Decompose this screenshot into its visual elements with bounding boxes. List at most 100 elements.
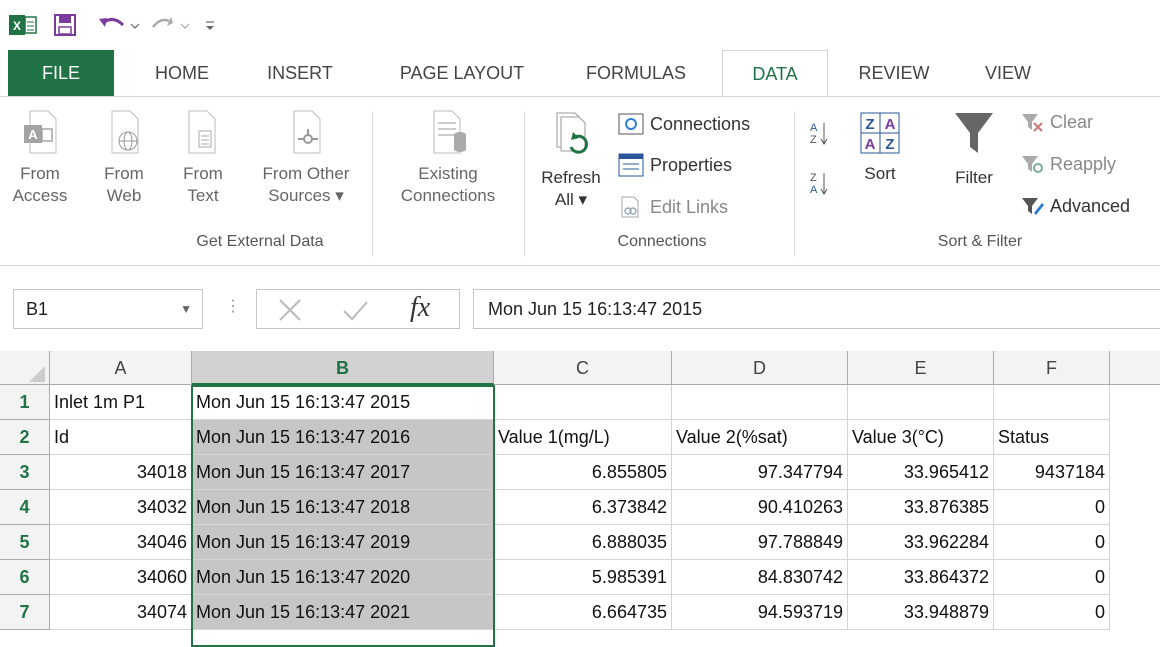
column-header-e[interactable]: E xyxy=(848,351,994,385)
tab-page-layout[interactable]: PAGE LAYOUT xyxy=(384,50,540,96)
from-web-button[interactable]: From Web xyxy=(98,107,150,207)
row-header[interactable]: 7 xyxy=(0,595,50,630)
cell-f7[interactable]: 0 xyxy=(994,595,1110,630)
connections-button[interactable]: Connections xyxy=(618,113,750,135)
cell-c1[interactable] xyxy=(494,385,672,420)
cell-e6[interactable]: 33.864372 xyxy=(848,560,994,595)
clear-filter-button[interactable]: Clear xyxy=(1020,111,1093,133)
advanced-filter-button[interactable]: Advanced xyxy=(1020,195,1130,217)
cell-c2[interactable]: Value 1(mg/L) xyxy=(494,420,672,455)
select-all-icon xyxy=(29,366,45,382)
cell-c7[interactable]: 6.664735 xyxy=(494,595,672,630)
redo-icon[interactable] xyxy=(148,10,194,40)
cell-c4[interactable]: 6.373842 xyxy=(494,490,672,525)
row-header[interactable]: 1 xyxy=(0,385,50,420)
cell-f2[interactable]: Status xyxy=(994,420,1110,455)
customize-toolbar-icon[interactable] xyxy=(202,10,218,40)
cell-f3[interactable]: 9437184 xyxy=(994,455,1110,490)
cell-a5[interactable]: 34046 xyxy=(50,525,192,560)
row-header[interactable]: 4 xyxy=(0,490,50,525)
tab-review[interactable]: REVIEW xyxy=(840,50,948,96)
cell-e4[interactable]: 33.876385 xyxy=(848,490,994,525)
from-access-label-1: From xyxy=(20,164,60,183)
text-file-icon xyxy=(188,110,216,154)
row-header[interactable]: 5 xyxy=(0,525,50,560)
name-box[interactable]: B1 ▼ xyxy=(13,289,203,329)
cell-c3[interactable]: 6.855805 xyxy=(494,455,672,490)
cancel-entry-icon[interactable] xyxy=(277,297,303,323)
formula-input[interactable]: Mon Jun 15 16:13:47 2015 xyxy=(473,289,1160,329)
refresh-all-button[interactable]: Refresh All ▾ xyxy=(532,107,610,211)
cell-d2[interactable]: Value 2(%sat) xyxy=(672,420,848,455)
undo-icon[interactable] xyxy=(96,10,142,40)
cell-a3[interactable]: 34018 xyxy=(50,455,192,490)
from-text-button[interactable]: From Text xyxy=(178,107,228,207)
from-access-button[interactable]: A From Access xyxy=(10,107,70,207)
column-header-a[interactable]: A xyxy=(50,351,192,385)
cell-b4[interactable]: Mon Jun 15 16:13:47 2018 xyxy=(192,490,494,525)
sort-z-to-a-button[interactable]: Z A xyxy=(808,169,830,197)
cell-e7[interactable]: 33.948879 xyxy=(848,595,994,630)
existing-connections-button[interactable]: Existing Connections xyxy=(382,107,514,207)
column-header-f[interactable]: F xyxy=(994,351,1110,385)
tab-insert[interactable]: INSERT xyxy=(252,50,348,96)
cell-a7[interactable]: 34074 xyxy=(50,595,192,630)
tab-file[interactable]: FILE xyxy=(8,50,114,96)
row-header[interactable]: 2 xyxy=(0,420,50,455)
confirm-entry-icon[interactable] xyxy=(341,297,369,323)
cell-d6[interactable]: 84.830742 xyxy=(672,560,848,595)
cell-f6[interactable]: 0 xyxy=(994,560,1110,595)
from-access-label-2: Access xyxy=(12,186,68,205)
from-other-sources-button[interactable]: From Other Sources ▾ xyxy=(246,107,366,207)
save-icon[interactable] xyxy=(52,10,78,40)
name-box-dropdown-icon[interactable]: ▼ xyxy=(180,290,192,328)
cell-a1[interactable]: Inlet 1m P1 xyxy=(50,385,192,420)
tab-home[interactable]: HOME xyxy=(134,50,230,96)
cell-b2[interactable]: Mon Jun 15 16:13:47 2016 xyxy=(192,420,494,455)
cell-d3[interactable]: 97.347794 xyxy=(672,455,848,490)
ribbon-tabs: FILE HOME INSERT PAGE LAYOUT FORMULAS DA… xyxy=(0,50,1160,97)
cell-b7[interactable]: Mon Jun 15 16:13:47 2021 xyxy=(192,595,494,630)
edit-links-label: Edit Links xyxy=(650,196,729,217)
cell-d5[interactable]: 97.788849 xyxy=(672,525,848,560)
sort-button[interactable]: Z A A Z Sort xyxy=(848,109,912,185)
select-all-corner[interactable] xyxy=(0,351,50,385)
cell-a4[interactable]: 34032 xyxy=(50,490,192,525)
sort-a-to-z-button[interactable]: A Z xyxy=(808,119,830,147)
cell-e3[interactable]: 33.965412 xyxy=(848,455,994,490)
tab-data[interactable]: DATA xyxy=(722,50,828,97)
cell-e2[interactable]: Value 3(°C) xyxy=(848,420,994,455)
reapply-button[interactable]: Reapply xyxy=(1020,153,1116,175)
column-header-c[interactable]: C xyxy=(494,351,672,385)
column-header-d[interactable]: D xyxy=(672,351,848,385)
cell-c6[interactable]: 5.985391 xyxy=(494,560,672,595)
cell-b3[interactable]: Mon Jun 15 16:13:47 2017 xyxy=(192,455,494,490)
from-text-label-1: From xyxy=(183,164,223,183)
tab-view[interactable]: VIEW xyxy=(968,50,1048,96)
cell-c5[interactable]: 6.888035 xyxy=(494,525,672,560)
cell-d7[interactable]: 94.593719 xyxy=(672,595,848,630)
edit-links-button[interactable]: Edit Links xyxy=(618,195,728,219)
tab-formulas[interactable]: FORMULAS xyxy=(566,50,706,96)
cell-b5[interactable]: Mon Jun 15 16:13:47 2019 xyxy=(192,525,494,560)
properties-button[interactable]: Properties xyxy=(618,153,732,177)
cell-d1[interactable] xyxy=(672,385,848,420)
cell-f4[interactable]: 0 xyxy=(994,490,1110,525)
row-header[interactable]: 3 xyxy=(0,455,50,490)
svg-text:A: A xyxy=(28,127,38,142)
cell-b6[interactable]: Mon Jun 15 16:13:47 2020 xyxy=(192,560,494,595)
column-header-g[interactable] xyxy=(1110,351,1160,385)
filter-button[interactable]: Filter xyxy=(940,107,1008,189)
cell-e5[interactable]: 33.962284 xyxy=(848,525,994,560)
column-header-b[interactable]: B xyxy=(192,351,494,385)
cell-a6[interactable]: 34060 xyxy=(50,560,192,595)
cell-a2[interactable]: Id xyxy=(50,420,192,455)
cell-f5[interactable]: 0 xyxy=(994,525,1110,560)
cell-f1[interactable] xyxy=(994,385,1110,420)
svg-text:Z: Z xyxy=(810,172,817,184)
cell-b1[interactable]: Mon Jun 15 16:13:47 2015 xyxy=(192,385,494,420)
row-header[interactable]: 6 xyxy=(0,560,50,595)
cell-d4[interactable]: 90.410263 xyxy=(672,490,848,525)
insert-function-icon[interactable]: fx xyxy=(410,292,430,324)
cell-e1[interactable] xyxy=(848,385,994,420)
